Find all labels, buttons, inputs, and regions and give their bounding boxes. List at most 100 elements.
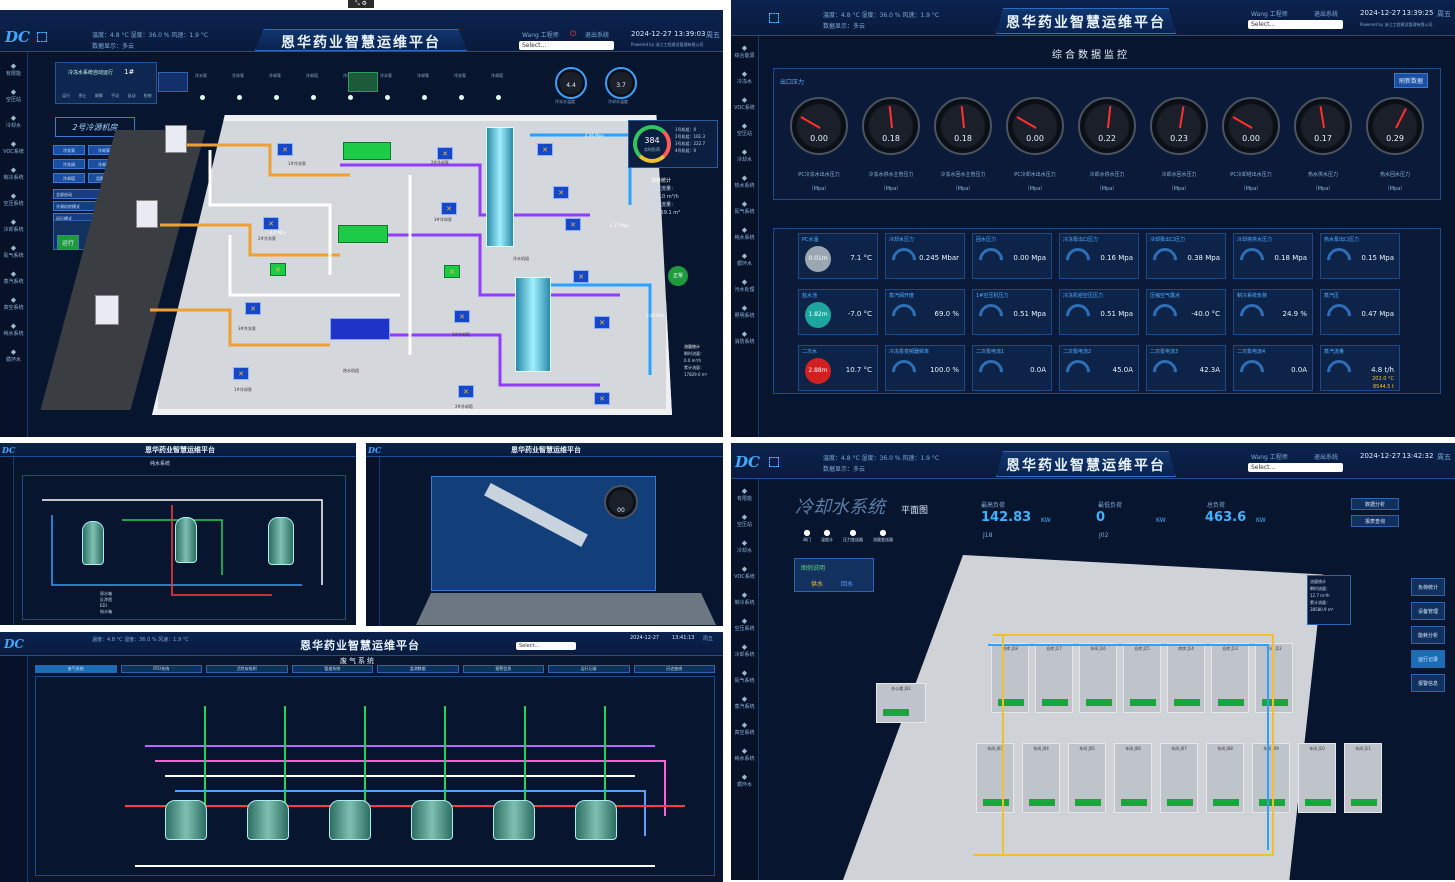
step-dot[interactable] xyxy=(237,95,242,100)
top-button[interactable]: 报表查询 xyxy=(1351,515,1399,527)
step-dot[interactable] xyxy=(274,95,279,100)
sidebar-item[interactable]: ◆ 循环水 xyxy=(0,344,27,370)
system-select[interactable]: Select... xyxy=(516,642,576,650)
sidebar-item[interactable]: ◆ 空压系统 xyxy=(0,188,27,214)
logout-link[interactable]: 退出系统 xyxy=(1314,9,1338,18)
run-button[interactable]: 运行 xyxy=(57,235,80,250)
pump[interactable]: ✕ xyxy=(573,270,589,283)
sidebar-item[interactable]: ◆ 循环水 xyxy=(731,769,758,795)
system-select[interactable]: Select... xyxy=(1248,20,1343,29)
control-button[interactable]: 冷却塔 xyxy=(53,173,85,183)
sidebar-item[interactable]: ◆ 纯水系统 xyxy=(731,222,758,248)
side-button[interactable]: 报警信息 xyxy=(1411,674,1445,692)
sidebar-item[interactable]: ◆ 冷却水 xyxy=(731,535,758,561)
sidebar-item[interactable]: ◆ 真空系统 xyxy=(731,717,758,743)
sidebar-item[interactable]: ◆ 空压站 xyxy=(731,118,758,144)
step-active[interactable] xyxy=(158,72,188,92)
logout-link[interactable]: 退出系统 xyxy=(585,30,609,39)
sidebar-item[interactable]: ◆ 综合能源 xyxy=(731,40,758,66)
sidebar-item[interactable]: ◆ 蒸汽系统 xyxy=(0,266,27,292)
pump[interactable]: ✕ xyxy=(594,316,610,329)
equipment-icon[interactable]: ● 温度计 xyxy=(821,528,833,543)
sidebar-item[interactable]: ◆ 照明系统 xyxy=(731,300,758,326)
step-dot[interactable] xyxy=(348,95,353,100)
sidebar-item[interactable]: ◆ 纯水系统 xyxy=(0,318,27,344)
sidebar-item[interactable]: ◆ 制冷系统 xyxy=(0,162,27,188)
sidebar-item[interactable]: ◆ 空压系统 xyxy=(731,613,758,639)
step-dot[interactable] xyxy=(200,95,205,100)
pump[interactable]: ✕ xyxy=(245,302,261,315)
pump[interactable]: ✕ xyxy=(437,147,453,160)
pump[interactable]: ✕ xyxy=(454,310,470,323)
tab[interactable]: 监测数据 xyxy=(377,665,459,673)
sidebar-item[interactable]: ◆ VOC系统 xyxy=(731,92,758,118)
step-dot[interactable] xyxy=(459,95,464,100)
side-button[interactable]: 能耗分析 xyxy=(1411,626,1445,644)
user-name[interactable]: Wang 工程师 xyxy=(522,30,559,39)
side-button[interactable]: 负荷统计 xyxy=(1411,578,1445,596)
pump[interactable]: ✕ xyxy=(594,392,610,405)
equipment-icon[interactable]: ● 压力变送器 xyxy=(843,528,863,543)
green-pump[interactable]: ✕ xyxy=(270,263,286,276)
system-select[interactable]: Select... xyxy=(519,41,614,50)
step-active-2[interactable] xyxy=(348,72,378,92)
pump[interactable]: ✕ xyxy=(277,143,293,156)
pump[interactable]: ✕ xyxy=(233,367,249,380)
step-dot[interactable] xyxy=(385,95,390,100)
sidebar-item[interactable]: ◆ 氮气系统 xyxy=(731,665,758,691)
side-button[interactable]: 设备管理 xyxy=(1411,602,1445,620)
refresh-button[interactable]: 刷新数据 xyxy=(1394,73,1429,88)
sidebar-item[interactable]: ◆ 空压站 xyxy=(731,509,758,535)
tab[interactable]: 管道系统 xyxy=(291,665,373,673)
sidebar-item[interactable]: ◆ 冷冻水 xyxy=(731,66,758,92)
tab[interactable]: 运行记录 xyxy=(548,665,630,673)
sidebar-item[interactable]: ◆ 循环水 xyxy=(731,248,758,274)
sidebar-item[interactable]: ◆ VOC系统 xyxy=(0,136,27,162)
control-button[interactable]: 冷冻泵 xyxy=(53,145,85,155)
user-name[interactable]: Wang 工程师 xyxy=(1251,452,1288,461)
pump[interactable]: ✕ xyxy=(553,186,569,199)
sidebar-item[interactable]: ◆ 真空系统 xyxy=(0,292,27,318)
step-dot[interactable] xyxy=(311,95,316,100)
sidebar-item[interactable]: ◆ 有限能 xyxy=(731,483,758,509)
sidebar-item[interactable]: ◆ 冷却系统 xyxy=(731,639,758,665)
side-button[interactable]: 运行记录 xyxy=(1411,650,1445,668)
logout-link[interactable]: 退出系统 xyxy=(1314,452,1338,461)
pump[interactable]: ✕ xyxy=(441,202,457,215)
sidebar-item[interactable]: ◆ 氮气系统 xyxy=(731,196,758,222)
pump[interactable]: ✕ xyxy=(458,385,474,398)
sidebar-item[interactable]: ◆ 蒸汽系统 xyxy=(731,691,758,717)
fullscreen-icon[interactable] xyxy=(769,457,779,467)
top-button[interactable]: 数据分析 xyxy=(1351,498,1399,510)
pump[interactable]: ✕ xyxy=(263,217,279,230)
sidebar-item[interactable]: ◆ 空压站 xyxy=(0,84,27,110)
equipment-icon[interactable]: ● 阀门 xyxy=(803,528,811,543)
sidebar-item[interactable]: ◆ 热水系统 xyxy=(731,170,758,196)
sidebar-item[interactable]: ◆ 消防系统 xyxy=(731,326,758,352)
green-pump[interactable]: ✕ xyxy=(444,265,460,278)
sidebar-item[interactable]: ◆ 污水处理 xyxy=(731,274,758,300)
user-name[interactable]: Wang 工程师 xyxy=(1251,9,1288,18)
sidebar-item[interactable]: ◆ 冷却系统 xyxy=(0,214,27,240)
sidebar-item[interactable]: ◆ 冷却水 xyxy=(731,144,758,170)
pump[interactable]: ✕ xyxy=(537,143,553,156)
tab[interactable]: 废气系统 xyxy=(35,665,117,673)
pump[interactable]: ✕ xyxy=(565,218,581,231)
sidebar-item[interactable]: ◆ 有限能 xyxy=(0,58,27,84)
step-dot[interactable] xyxy=(422,95,427,100)
tab[interactable]: RTO系统 xyxy=(120,665,202,673)
tab[interactable]: 报警信息 xyxy=(462,665,544,673)
sidebar-item[interactable]: ◆ 冷却水 xyxy=(0,110,27,136)
equipment-icon[interactable]: ● 流量变送器 xyxy=(873,528,893,543)
tab[interactable]: 历史曲线 xyxy=(633,665,715,673)
step-dot[interactable] xyxy=(496,95,501,100)
tab[interactable]: 活性炭吸附 xyxy=(206,665,288,673)
sidebar-item[interactable]: ◆ 制冷系统 xyxy=(731,587,758,613)
power-icon[interactable]: ⏻ xyxy=(570,29,576,39)
fullscreen-icon[interactable] xyxy=(37,32,47,42)
sidebar-item[interactable]: ◆ VOC系统 xyxy=(731,561,758,587)
control-button[interactable]: 冷冻阀 xyxy=(53,159,85,169)
sidebar-item[interactable]: ◆ 纯水系统 xyxy=(731,743,758,769)
fullscreen-icon[interactable] xyxy=(769,13,779,23)
sidebar-item[interactable]: ◆ 氮气系统 xyxy=(0,240,27,266)
